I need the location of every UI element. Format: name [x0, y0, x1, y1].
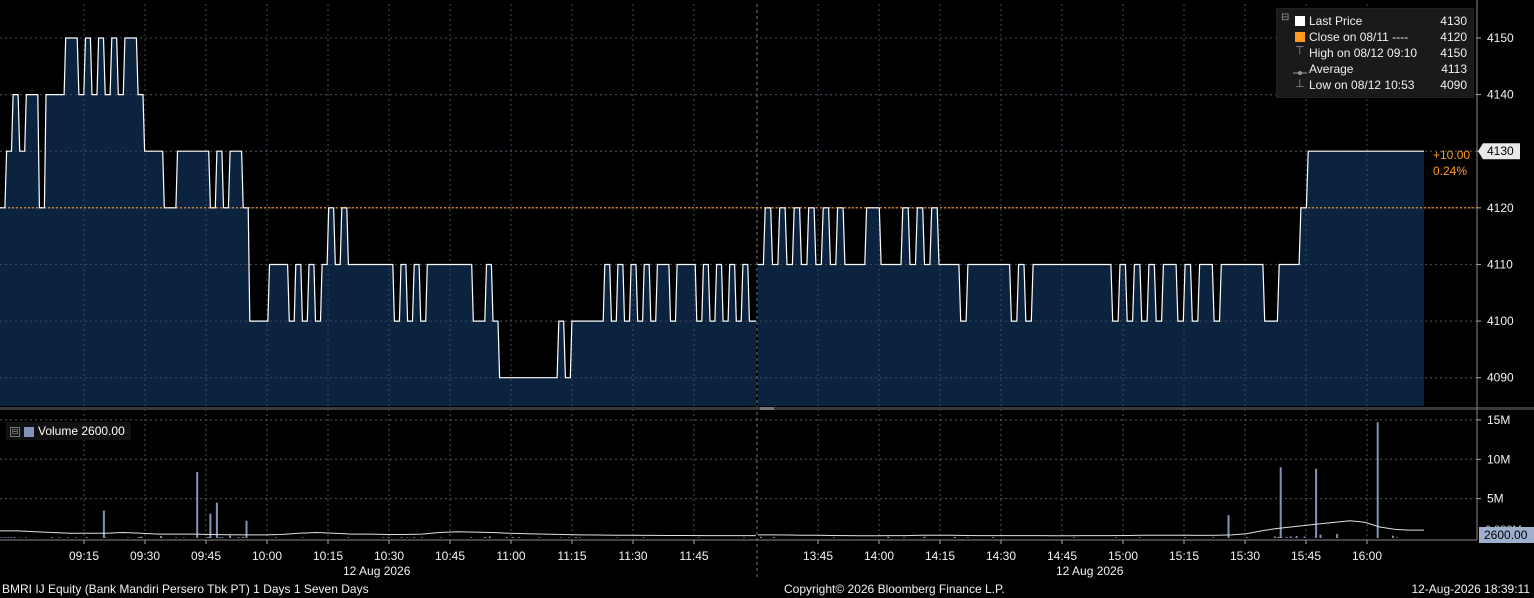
- time-tick-label: 14:45: [1047, 549, 1077, 563]
- date-label-session2: 12 Aug 2026: [1056, 564, 1124, 578]
- time-tick-label: 16:00: [1352, 549, 1382, 563]
- volume-average-line-session1: [0, 530, 756, 537]
- time-tick-label: 10:45: [435, 549, 465, 563]
- volume-last-tag-label: 2600.00: [1484, 528, 1528, 542]
- time-tick-label: 15:15: [1169, 549, 1199, 563]
- legend-high[interactable]: ⊤ High on 08/12 09:10 4150: [1283, 45, 1467, 61]
- volume-collapse-icon[interactable]: ⊟: [10, 426, 20, 437]
- time-tick-label: 10:30: [374, 549, 404, 563]
- price-tick-label: 4120: [1487, 201, 1514, 215]
- time-tick-label: 11:30: [618, 549, 647, 563]
- legend-collapse-icon[interactable]: ⊟: [1281, 12, 1289, 23]
- price-tick-label: 4090: [1487, 371, 1514, 385]
- average-marker-icon: [1293, 65, 1307, 75]
- time-tick-label: 09:45: [191, 549, 221, 563]
- pane-divider-handle: [760, 407, 774, 410]
- last-price-tag-label: 4130: [1487, 144, 1514, 158]
- volume-average-line-session2: [758, 520, 1424, 537]
- time-tick-label: 13:45: [803, 549, 833, 563]
- change-percent-label: 0.24%: [1433, 164, 1467, 178]
- time-tick-label: 11:45: [679, 549, 708, 563]
- volume-legend-name: Volume: [38, 424, 79, 438]
- footer-security: BMRI IJ Equity (Bank Mandiri Persero Tbk…: [2, 582, 369, 596]
- legend-average[interactable]: Average 4113: [1283, 61, 1467, 77]
- time-tick-label: 10:15: [313, 549, 343, 563]
- time-tick-label: 15:30: [1230, 549, 1260, 563]
- price-tick-label: 4140: [1487, 88, 1514, 102]
- time-tick-label: 11:00: [496, 549, 525, 563]
- footer-copyright: Copyright© 2026 Bloomberg Finance L.P.: [784, 582, 1005, 596]
- price-area-session1: [0, 38, 756, 406]
- legend-low[interactable]: ⊥ Low on 08/12 10:53 4090: [1283, 77, 1467, 93]
- high-marker-icon: ⊤: [1295, 45, 1305, 57]
- legend-last-price[interactable]: Last Price 4130: [1283, 13, 1467, 29]
- time-tick-label: 14:00: [864, 549, 894, 563]
- close-swatch: [1295, 32, 1305, 42]
- price-tick-label: 4110: [1487, 257, 1513, 271]
- time-tick-label: 15:00: [1108, 549, 1138, 563]
- low-marker-icon: ⊥: [1295, 78, 1305, 90]
- change-absolute-label: +10.00: [1433, 148, 1470, 162]
- time-tick-label: 14:30: [986, 549, 1016, 563]
- time-tick-label: 09:30: [130, 549, 160, 563]
- volume-legend[interactable]: ⊟ Volume 2600.00: [6, 422, 131, 440]
- volume-swatch: [24, 426, 34, 437]
- time-tick-label: 14:15: [925, 549, 955, 563]
- volume-legend-value: 2600.00: [81, 424, 125, 438]
- footer-timestamp: 12-Aug-2026 18:39:11: [1411, 582, 1530, 596]
- volume-tick-label: 15M: [1487, 413, 1510, 427]
- legend-close[interactable]: Close on 08/11 ---- 4120: [1283, 29, 1467, 45]
- volume-tick-label: 10M: [1487, 452, 1510, 466]
- time-tick-label: 09:15: [69, 549, 99, 563]
- time-tick-label: 11:15: [557, 549, 586, 563]
- last-price-swatch: [1295, 16, 1305, 26]
- time-tick-label: 10:00: [252, 549, 282, 563]
- price-area-session2: [758, 151, 1424, 406]
- volume-tick-label: 5M: [1487, 492, 1504, 506]
- price-legend[interactable]: Last Price 4130 Close on 08/11 ---- 4120…: [1276, 8, 1474, 98]
- date-label-session1: 12 Aug 2026: [343, 564, 411, 578]
- price-tick-label: 4150: [1487, 31, 1514, 45]
- price-tick-label: 4100: [1487, 314, 1514, 328]
- time-tick-label: 15:45: [1291, 549, 1321, 563]
